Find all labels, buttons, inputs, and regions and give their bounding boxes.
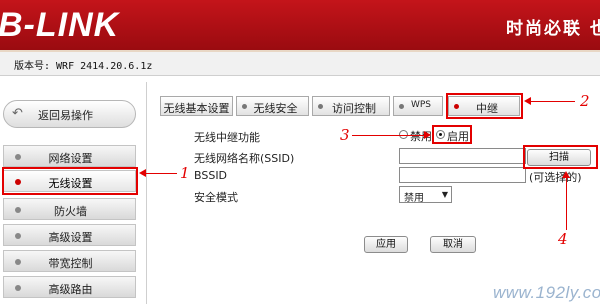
annotation-arrow-4 bbox=[562, 171, 570, 178]
ssid-label: 无线网络名称(SSID) bbox=[194, 152, 295, 165]
tab-wps[interactable]: WPS bbox=[393, 96, 443, 116]
highlight-repeater-tab bbox=[446, 93, 523, 119]
firmware-version: 版本号: WRF 2414.20.6.1z bbox=[14, 61, 153, 72]
annotation-line-4 bbox=[566, 177, 567, 230]
tab-label: WPS bbox=[410, 100, 432, 110]
sidebar-item-label: 高级路由 bbox=[48, 283, 93, 296]
brand-logo: B-LINK bbox=[0, 6, 120, 44]
tab-wireless-security[interactable]: 无线安全 bbox=[236, 96, 309, 116]
sidebar-item-label: 网络设置 bbox=[48, 152, 93, 165]
sidebar-item-firewall[interactable]: 防火墙 bbox=[3, 198, 136, 220]
ssid-input[interactable] bbox=[399, 148, 526, 164]
step-number-1: 1 bbox=[180, 164, 190, 182]
highlight-enable-option bbox=[432, 125, 472, 144]
bssid-label: BSSID bbox=[194, 169, 228, 182]
bssid-hint: (可选择的) bbox=[529, 171, 582, 184]
tab-label: 访问控制 bbox=[332, 102, 376, 115]
dropdown-arrow-icon: ▼ bbox=[441, 190, 448, 199]
header-bar: B-LINK 时尚必联 也 bbox=[0, 0, 600, 50]
annotation-arrow-3 bbox=[424, 131, 431, 139]
highlight-wireless-settings bbox=[2, 167, 138, 195]
annotation-line-1 bbox=[145, 173, 177, 174]
annotation-arrow-1 bbox=[139, 169, 146, 177]
annotation-arrow-2 bbox=[524, 97, 531, 105]
back-button-label: 返回易操作 bbox=[38, 109, 93, 122]
sidebar-item-network[interactable]: 网络设置 bbox=[3, 145, 136, 167]
tab-label: 无线基本设置 bbox=[163, 102, 230, 115]
site-watermark: www.192ly.com bbox=[493, 283, 600, 302]
annotation-line-3 bbox=[352, 135, 424, 136]
step-number-2: 2 bbox=[580, 92, 590, 110]
highlight-scan-button bbox=[523, 145, 598, 169]
content-divider bbox=[146, 82, 147, 304]
sidebar-item-label: 防火墙 bbox=[54, 205, 87, 218]
security-mode-value: 禁用 bbox=[404, 193, 424, 204]
security-mode-select[interactable]: 禁用 ▼ bbox=[399, 186, 452, 204]
bssid-input[interactable] bbox=[399, 167, 526, 183]
cancel-button[interactable]: 取消 bbox=[430, 236, 476, 253]
sidebar-item-advanced[interactable]: 高级设置 bbox=[3, 224, 136, 246]
security-mode-label: 安全模式 bbox=[194, 191, 238, 204]
tab-wireless-basic[interactable]: 无线基本设置 bbox=[160, 96, 233, 116]
back-arrow-icon: ↶ bbox=[12, 106, 23, 121]
sidebar-item-bandwidth[interactable]: 带宽控制 bbox=[3, 250, 136, 272]
sidebar-item-label: 高级设置 bbox=[48, 231, 93, 244]
tab-access-control[interactable]: 访问控制 bbox=[312, 96, 390, 116]
sidebar-item-routing[interactable]: 高级路由 bbox=[3, 276, 136, 298]
step-number-3: 3 bbox=[340, 126, 350, 144]
header-slogan: 时尚必联 也 bbox=[506, 19, 600, 39]
repeater-function-label: 无线中继功能 bbox=[194, 131, 260, 144]
apply-button[interactable]: 应用 bbox=[364, 236, 408, 253]
back-to-easy-mode-button[interactable]: ↶ 返回易操作 bbox=[3, 100, 136, 128]
step-number-4: 4 bbox=[558, 230, 568, 248]
sidebar-item-label: 带宽控制 bbox=[48, 257, 93, 270]
version-bar: 版本号: WRF 2414.20.6.1z bbox=[0, 52, 600, 76]
tab-label: 无线安全 bbox=[253, 102, 298, 115]
annotation-line-2 bbox=[530, 101, 575, 102]
